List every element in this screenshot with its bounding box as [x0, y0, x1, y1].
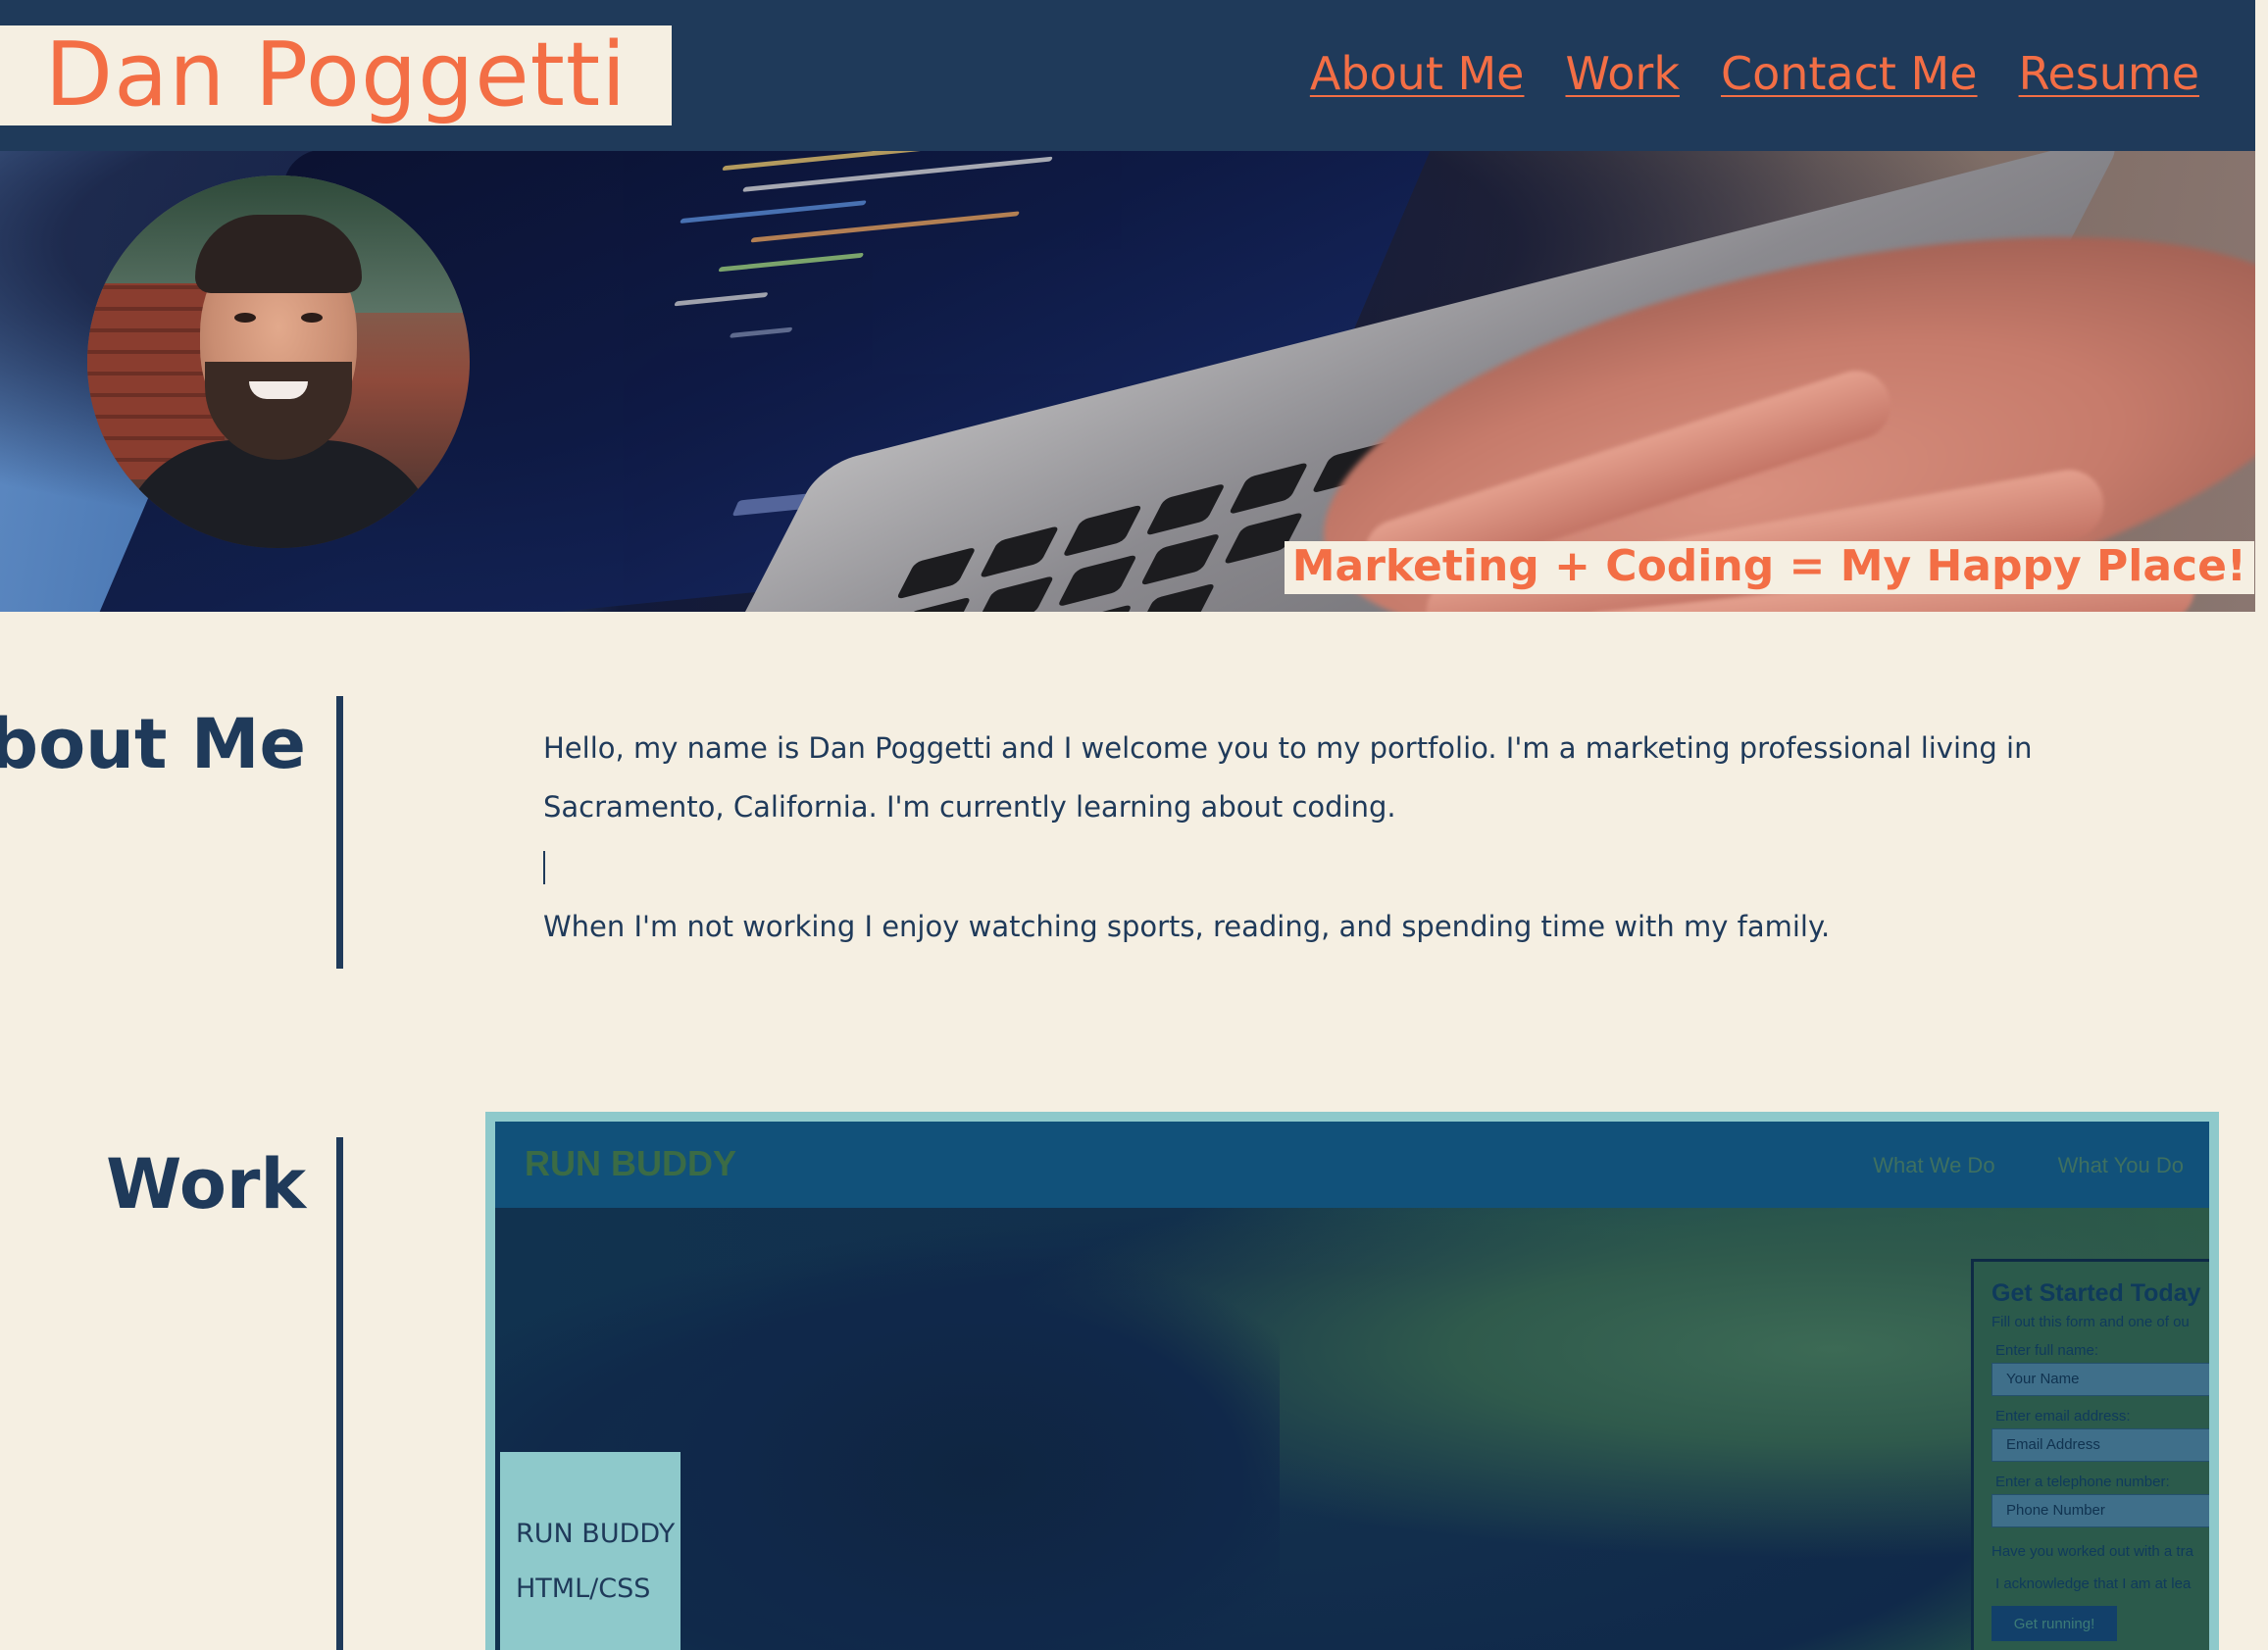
preview-submit-button: Get running!: [1991, 1606, 2117, 1641]
preview-name-label: Enter full name:: [1995, 1342, 2099, 1359]
nav-link-contact-me[interactable]: Contact Me: [1721, 47, 1978, 100]
preview-nav-item: What You Do: [2057, 1153, 2184, 1177]
about-text: Hello, my name is Dan Poggetti and I wel…: [543, 719, 2142, 956]
preview-signup-form: Get Started Today Fill out this form and…: [1971, 1259, 2209, 1650]
preview-brand: RUN BUDDY: [525, 1143, 736, 1183]
preview-question: Have you worked out with a tra: [1991, 1543, 2193, 1560]
preview-runner: [613, 1247, 1280, 1650]
about-paragraph-2: When I'm not working I enjoy watching sp…: [543, 910, 1831, 943]
preview-header: RUN BUDDY What We Do What You Do: [495, 1122, 2209, 1208]
main-nav: About Me Work Contact Me Resume: [1310, 47, 2199, 100]
nav-link-resume[interactable]: Resume: [2019, 47, 2199, 100]
nav-link-about-me[interactable]: About Me: [1310, 47, 1525, 100]
preview-hero-image: [495, 1208, 2209, 1650]
project-tech: HTML/CSS: [516, 1574, 651, 1604]
hero-tagline: Marketing + Coding = My Happy Place!: [1284, 541, 2254, 595]
project-label[interactable]: RUN BUDDY HTML/CSS: [500, 1452, 680, 1650]
about-divider: [336, 696, 343, 969]
preview-phone-label: Enter a telephone number:: [1995, 1474, 2170, 1490]
about-paragraph-1: Hello, my name is Dan Poggetti and I wel…: [543, 731, 2033, 824]
about-caret: [543, 836, 2142, 897]
preview-name-field: Your Name: [1991, 1363, 2209, 1396]
preview-phone-field: Phone Number: [1991, 1494, 2209, 1527]
site-header: Dan Poggetti About Me Work Contact Me Re…: [0, 0, 2255, 151]
preview-nav-item: What We Do: [1873, 1153, 1995, 1177]
preview-form-subtitle: Fill out this form and one of ou: [1991, 1314, 2190, 1330]
work-heading: Work: [106, 1144, 306, 1225]
project-title: RUN BUDDY: [516, 1519, 676, 1549]
nav-link-work[interactable]: Work: [1565, 47, 1679, 100]
project-card-run-buddy[interactable]: RUN BUDDY What We Do What You Do Get Sta…: [485, 1112, 2219, 1650]
preview-acknowledge: I acknowledge that I am at lea: [1995, 1575, 2192, 1592]
logo-box[interactable]: Dan Poggetti: [0, 25, 672, 125]
work-divider: [336, 1137, 343, 1650]
preview-form-title: Get Started Today: [1991, 1279, 2201, 1307]
preview-email-label: Enter email address:: [1995, 1408, 2131, 1425]
preview-nav: What We Do What You Do: [1873, 1153, 2184, 1178]
preview-email-field: Email Address: [1991, 1428, 2209, 1462]
about-heading: About Me: [0, 704, 306, 784]
site-logo: Dan Poggetti: [44, 24, 628, 126]
profile-photo: [87, 175, 470, 548]
